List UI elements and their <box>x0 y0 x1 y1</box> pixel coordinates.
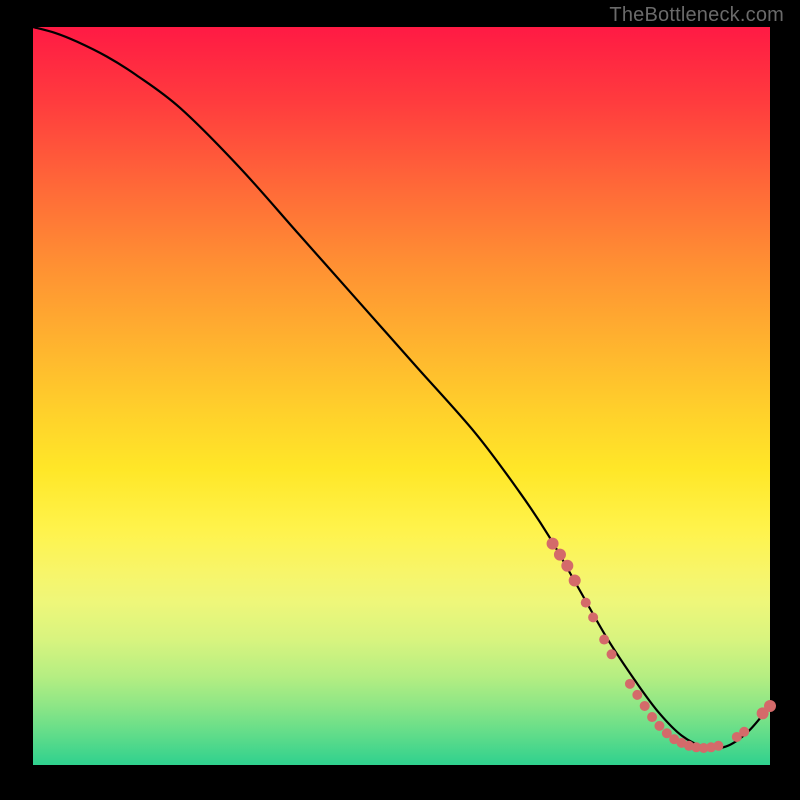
data-point <box>581 598 591 608</box>
data-point <box>640 701 650 711</box>
chart-svg <box>0 0 800 800</box>
data-point <box>588 612 598 622</box>
data-point <box>764 700 776 712</box>
chart-frame: TheBottleneck.com <box>0 0 800 800</box>
data-point <box>554 549 566 561</box>
data-point <box>607 649 617 659</box>
data-point <box>647 712 657 722</box>
data-point <box>654 721 664 731</box>
data-point <box>739 727 749 737</box>
data-point <box>625 679 635 689</box>
data-point <box>547 538 559 550</box>
data-point <box>632 690 642 700</box>
data-point <box>569 575 581 587</box>
data-point <box>561 560 573 572</box>
data-point <box>713 741 723 751</box>
bottleneck-curve <box>33 27 770 748</box>
data-point <box>599 635 609 645</box>
